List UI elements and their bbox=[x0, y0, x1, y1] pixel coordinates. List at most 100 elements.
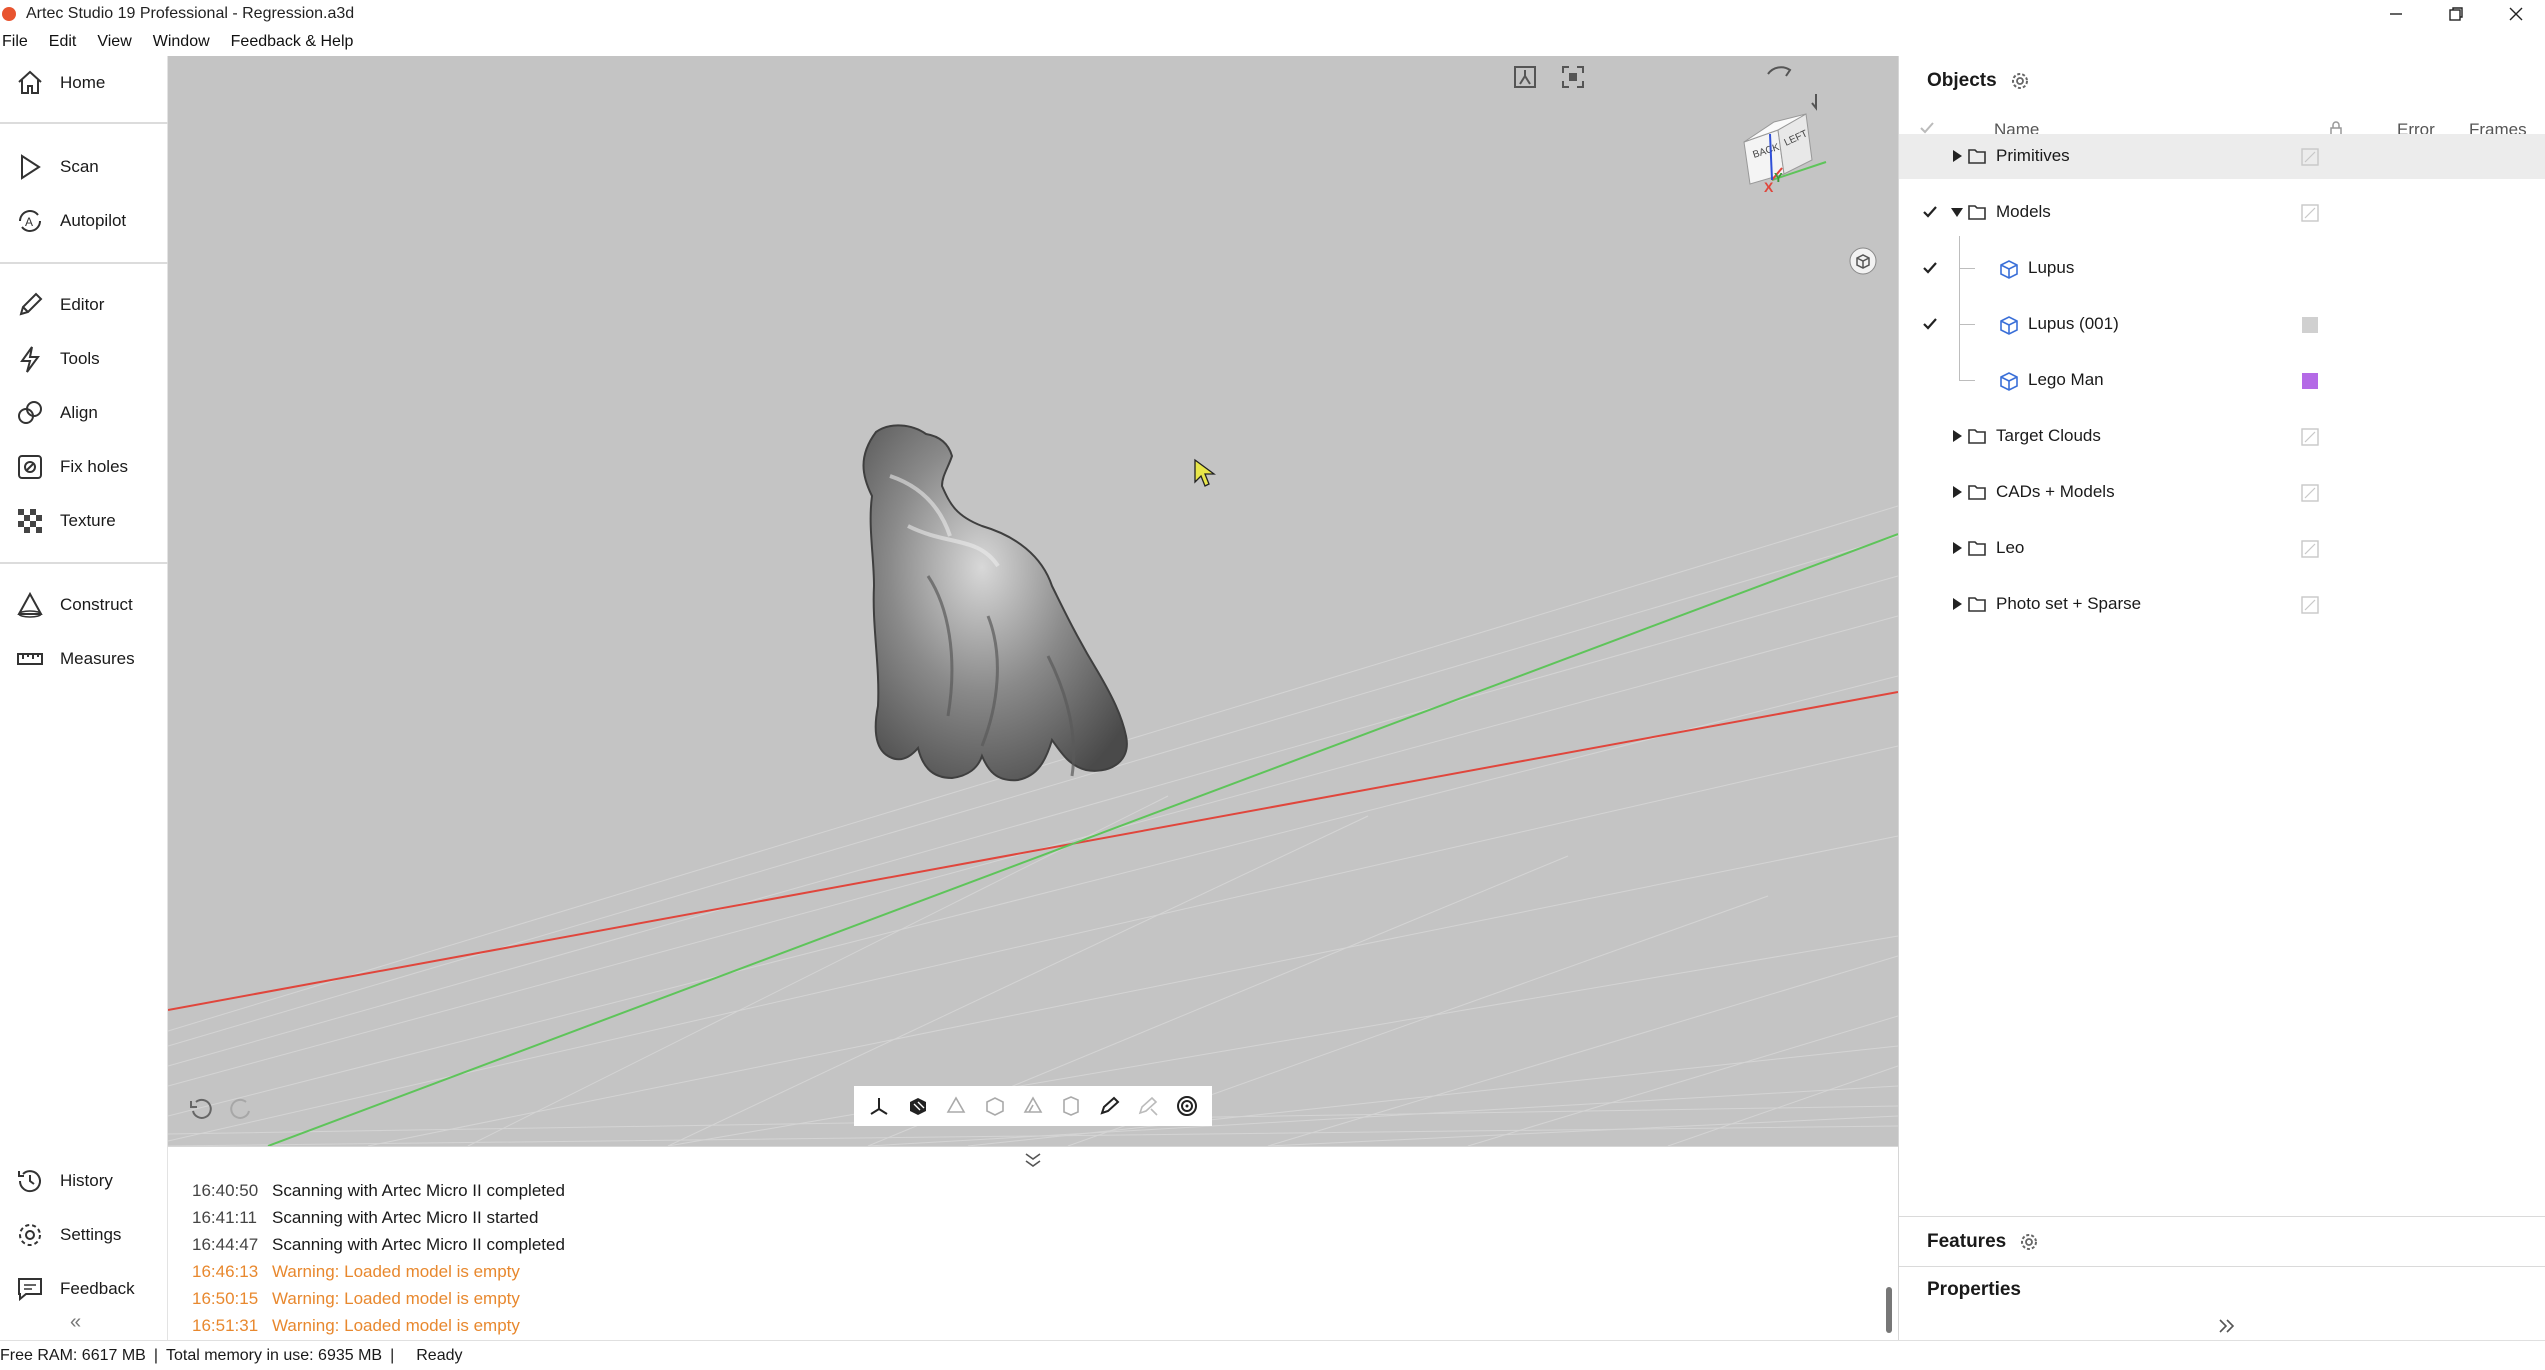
lock-toggle-icon[interactable] bbox=[2301, 484, 2319, 502]
log-panel: 16:40:50 Scanning with Artec Micro II com… bbox=[168, 1146, 1898, 1340]
tree-guide-line bbox=[1959, 236, 1960, 380]
close-icon[interactable] bbox=[2486, 0, 2545, 28]
lock-toggle-icon[interactable] bbox=[2301, 540, 2319, 558]
caret-right-icon[interactable] bbox=[1950, 149, 1964, 163]
sidebar-item-measures[interactable]: Measures bbox=[0, 632, 168, 686]
caret-right-icon[interactable] bbox=[1950, 485, 1964, 499]
caret-right-icon[interactable] bbox=[1950, 429, 1964, 443]
objects-header: Objects bbox=[1927, 66, 2029, 96]
undo-icon[interactable] bbox=[186, 1094, 216, 1124]
menu-edit[interactable]: Edit bbox=[45, 33, 86, 51]
y-axis-line bbox=[267, 533, 1898, 1146]
sidebar-item-fix-holes[interactable]: Fix holes bbox=[0, 440, 168, 494]
log-message: Scanning with Artec Micro II completed bbox=[272, 1180, 565, 1200]
lightning-icon bbox=[12, 341, 48, 377]
view-cube[interactable]: BACK LEFT X Y bbox=[1734, 64, 1844, 194]
log-scrollbar[interactable] bbox=[1886, 1287, 1892, 1333]
color-swatch[interactable] bbox=[2301, 316, 2319, 334]
app-window: Artec Studio 19 Professional - Regressio… bbox=[0, 0, 2545, 1370]
window-title: Artec Studio 19 Professional - Regressio… bbox=[26, 5, 355, 22]
mesh-object-icon bbox=[1998, 370, 2020, 392]
tree-folder-row[interactable]: Photo set + Sparse bbox=[1899, 582, 2545, 627]
features-section[interactable]: Features bbox=[1899, 1216, 2545, 1266]
solid-shading-icon[interactable] bbox=[903, 1091, 933, 1121]
caret-right-icon[interactable] bbox=[1950, 541, 1964, 555]
menu-view[interactable]: View bbox=[93, 33, 140, 51]
log-time: 16:46:13 bbox=[192, 1261, 259, 1281]
checkmark-icon[interactable] bbox=[1920, 314, 1940, 334]
lock-toggle-icon[interactable] bbox=[2301, 204, 2319, 222]
folder-icon bbox=[1967, 595, 1987, 613]
log-list: 16:40:50 Scanning with Artec Micro II com… bbox=[192, 1177, 1852, 1339]
menu-window[interactable]: Window bbox=[149, 33, 219, 51]
sidebar-item-settings[interactable]: Settings bbox=[0, 1208, 168, 1262]
sidebar-item-scan[interactable]: Scan bbox=[0, 140, 168, 194]
tree-folder-row[interactable]: Leo bbox=[1899, 526, 2545, 571]
sidebar-item-label: Editor bbox=[60, 295, 105, 314]
edit-mode-icon[interactable] bbox=[1095, 1091, 1125, 1121]
tree-object-row[interactable]: Lupus (001) bbox=[1899, 302, 2545, 347]
gear-icon[interactable] bbox=[2020, 1233, 2038, 1251]
menu-file[interactable]: File bbox=[0, 33, 37, 51]
log-entry: 16:46:13 Warning: Loaded model is empty bbox=[192, 1258, 1852, 1285]
tree-folder-row[interactable]: CADs + Models bbox=[1899, 470, 2545, 515]
sidebar-item-home[interactable]: Home bbox=[0, 56, 168, 110]
sidebar-collapse-button[interactable]: « bbox=[70, 1310, 81, 1334]
sidebar-item-label: Settings bbox=[60, 1225, 122, 1244]
sidebar-item-align[interactable]: Align bbox=[0, 386, 168, 440]
mesh-object-icon bbox=[1998, 314, 2020, 336]
menu-feedback-help[interactable]: Feedback & Help bbox=[227, 33, 363, 51]
log-entry: 16:40:50 Scanning with Artec Micro II com… bbox=[192, 1177, 1852, 1204]
caret-down-icon[interactable] bbox=[1950, 205, 1964, 219]
tree-object-row[interactable]: Lego Man bbox=[1899, 358, 2545, 403]
gear-icon[interactable] bbox=[2011, 72, 2029, 90]
status-separator: | bbox=[390, 1346, 395, 1364]
tree-object-row[interactable]: Lupus bbox=[1899, 246, 2545, 291]
sidebar-item-construct[interactable]: Construct bbox=[0, 578, 168, 632]
lock-toggle-icon[interactable] bbox=[2301, 596, 2319, 614]
home-view-icon[interactable] bbox=[1848, 246, 1878, 276]
restore-icon[interactable] bbox=[2426, 0, 2486, 28]
disabled-mode-icon[interactable] bbox=[1133, 1091, 1163, 1121]
sidebar-item-feedback[interactable]: Feedback bbox=[0, 1262, 168, 1316]
sidebar-item-history[interactable]: History bbox=[0, 1154, 168, 1208]
properties-section[interactable]: Properties bbox=[1899, 1266, 2545, 1312]
log-message: Scanning with Artec Micro II completed bbox=[272, 1234, 565, 1254]
status-separator: | bbox=[153, 1346, 158, 1364]
scene-canvas bbox=[168, 424, 1898, 1146]
axes-icon[interactable] bbox=[864, 1091, 894, 1121]
chevron-right-icon[interactable] bbox=[2217, 1318, 2237, 1334]
chevron-down-icon[interactable] bbox=[1020, 1149, 1046, 1171]
focus-view-icon[interactable] bbox=[1558, 62, 1588, 92]
lock-toggle-icon[interactable] bbox=[2301, 428, 2319, 446]
shading-mode-icon[interactable] bbox=[1018, 1091, 1048, 1121]
fit-view-icon[interactable] bbox=[1510, 62, 1540, 92]
wireframe-icon[interactable] bbox=[980, 1091, 1010, 1121]
tree-folder-row[interactable]: Models bbox=[1899, 190, 2545, 235]
features-title: Features bbox=[1927, 1230, 2007, 1252]
properties-title: Properties bbox=[1927, 1278, 2021, 1300]
mouse-cursor-icon bbox=[1194, 458, 1216, 487]
sidebar-item-autopilot[interactable]: A Autopilot bbox=[0, 194, 168, 248]
checkmark-icon[interactable] bbox=[1920, 202, 1940, 222]
sidebar-item-texture[interactable]: Texture bbox=[0, 494, 168, 548]
tree-folder-row[interactable]: Primitives bbox=[1899, 134, 2545, 179]
flat-shading-icon[interactable] bbox=[941, 1091, 971, 1121]
color-swatch[interactable] bbox=[2301, 372, 2319, 390]
tree-connector bbox=[1959, 324, 1975, 325]
caret-right-icon[interactable] bbox=[1950, 597, 1964, 611]
history-icon bbox=[12, 1163, 48, 1199]
3d-viewport[interactable]: BACK LEFT X Y bbox=[168, 56, 1898, 1146]
sidebar-item-tools[interactable]: Tools bbox=[0, 332, 168, 386]
checkmark-icon[interactable] bbox=[1920, 258, 1940, 278]
tree-folder-row[interactable]: Target Clouds bbox=[1899, 414, 2545, 459]
lock-toggle-icon[interactable] bbox=[2301, 148, 2319, 166]
spiral-icon[interactable] bbox=[1172, 1091, 1202, 1121]
minimize-icon[interactable] bbox=[2366, 0, 2426, 28]
sidebar-item-label: Feedback bbox=[60, 1279, 135, 1298]
sidebar-item-editor[interactable]: Editor bbox=[0, 278, 168, 332]
texture-icon[interactable] bbox=[1056, 1091, 1086, 1121]
redo-icon[interactable] bbox=[226, 1094, 256, 1124]
sidebar-divider bbox=[0, 562, 168, 564]
home-icon bbox=[12, 65, 48, 101]
